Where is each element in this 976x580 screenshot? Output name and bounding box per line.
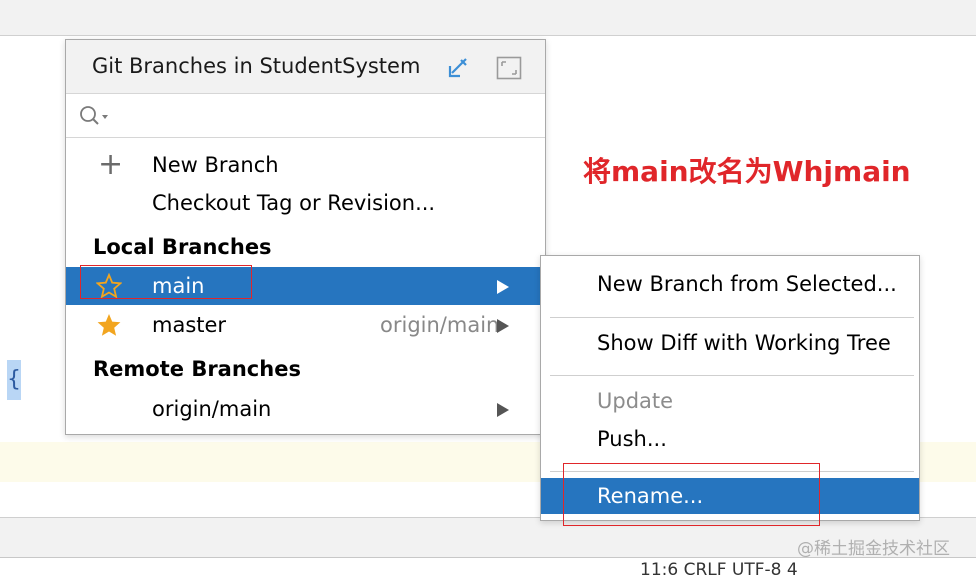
branch-search-field[interactable] (66, 94, 545, 138)
menu-separator (550, 375, 914, 376)
annotation-box-rename (563, 463, 820, 526)
branch-row-origin-main[interactable]: origin/main (66, 390, 545, 428)
plus-icon: + (98, 147, 124, 182)
new-branch-label: New Branch (152, 153, 279, 177)
branch-row-master[interactable]: master origin/main (66, 306, 545, 344)
git-branches-popup: Git Branches in StudentSystem + New Bran… (65, 39, 546, 435)
push-item[interactable]: Push... (541, 421, 919, 457)
update-item[interactable]: Update (541, 383, 919, 419)
new-branch-action[interactable]: + New Branch (66, 146, 545, 184)
menu-item-label: Push... (597, 427, 667, 451)
tracking-branch: origin/main (380, 313, 500, 337)
popup-title: Git Branches in StudentSystem (92, 54, 421, 78)
pin-icon[interactable] (446, 56, 470, 80)
menu-separator (550, 317, 914, 318)
checkout-tag-action[interactable]: Checkout Tag or Revision... (66, 184, 545, 222)
checkout-tag-label: Checkout Tag or Revision... (152, 191, 436, 215)
branch-name: master (152, 313, 227, 337)
submenu-arrow-icon (497, 403, 509, 417)
star-filled-icon (96, 312, 122, 338)
editor-tab-bar (0, 0, 976, 36)
show-diff-item[interactable]: Show Diff with Working Tree (541, 325, 919, 361)
search-icon[interactable] (78, 104, 112, 128)
submenu-arrow-icon (497, 319, 509, 333)
annotation-text: 将main改名为Whjmain (583, 155, 911, 188)
menu-item-label: Update (597, 389, 674, 413)
branch-name: origin/main (152, 397, 272, 421)
expand-icon[interactable] (496, 56, 522, 80)
remote-branches-header: Remote Branches (93, 357, 301, 381)
local-branches-header: Local Branches (93, 235, 272, 259)
new-branch-from-selected-item[interactable]: New Branch from Selected... (541, 266, 919, 302)
annotation-box-main (80, 265, 252, 299)
menu-item-label: Show Diff with Working Tree (597, 331, 891, 355)
submenu-arrow-icon (497, 280, 509, 294)
menu-item-label: New Branch from Selected... (597, 272, 897, 296)
editor-brace-highlight: { (7, 360, 21, 400)
popup-header: Git Branches in StudentSystem (66, 40, 545, 94)
watermark: @稀土掘金技术社区 (797, 539, 950, 559)
status-bar-text: 11:6 CRLF UTF-8 4 (640, 560, 798, 580)
